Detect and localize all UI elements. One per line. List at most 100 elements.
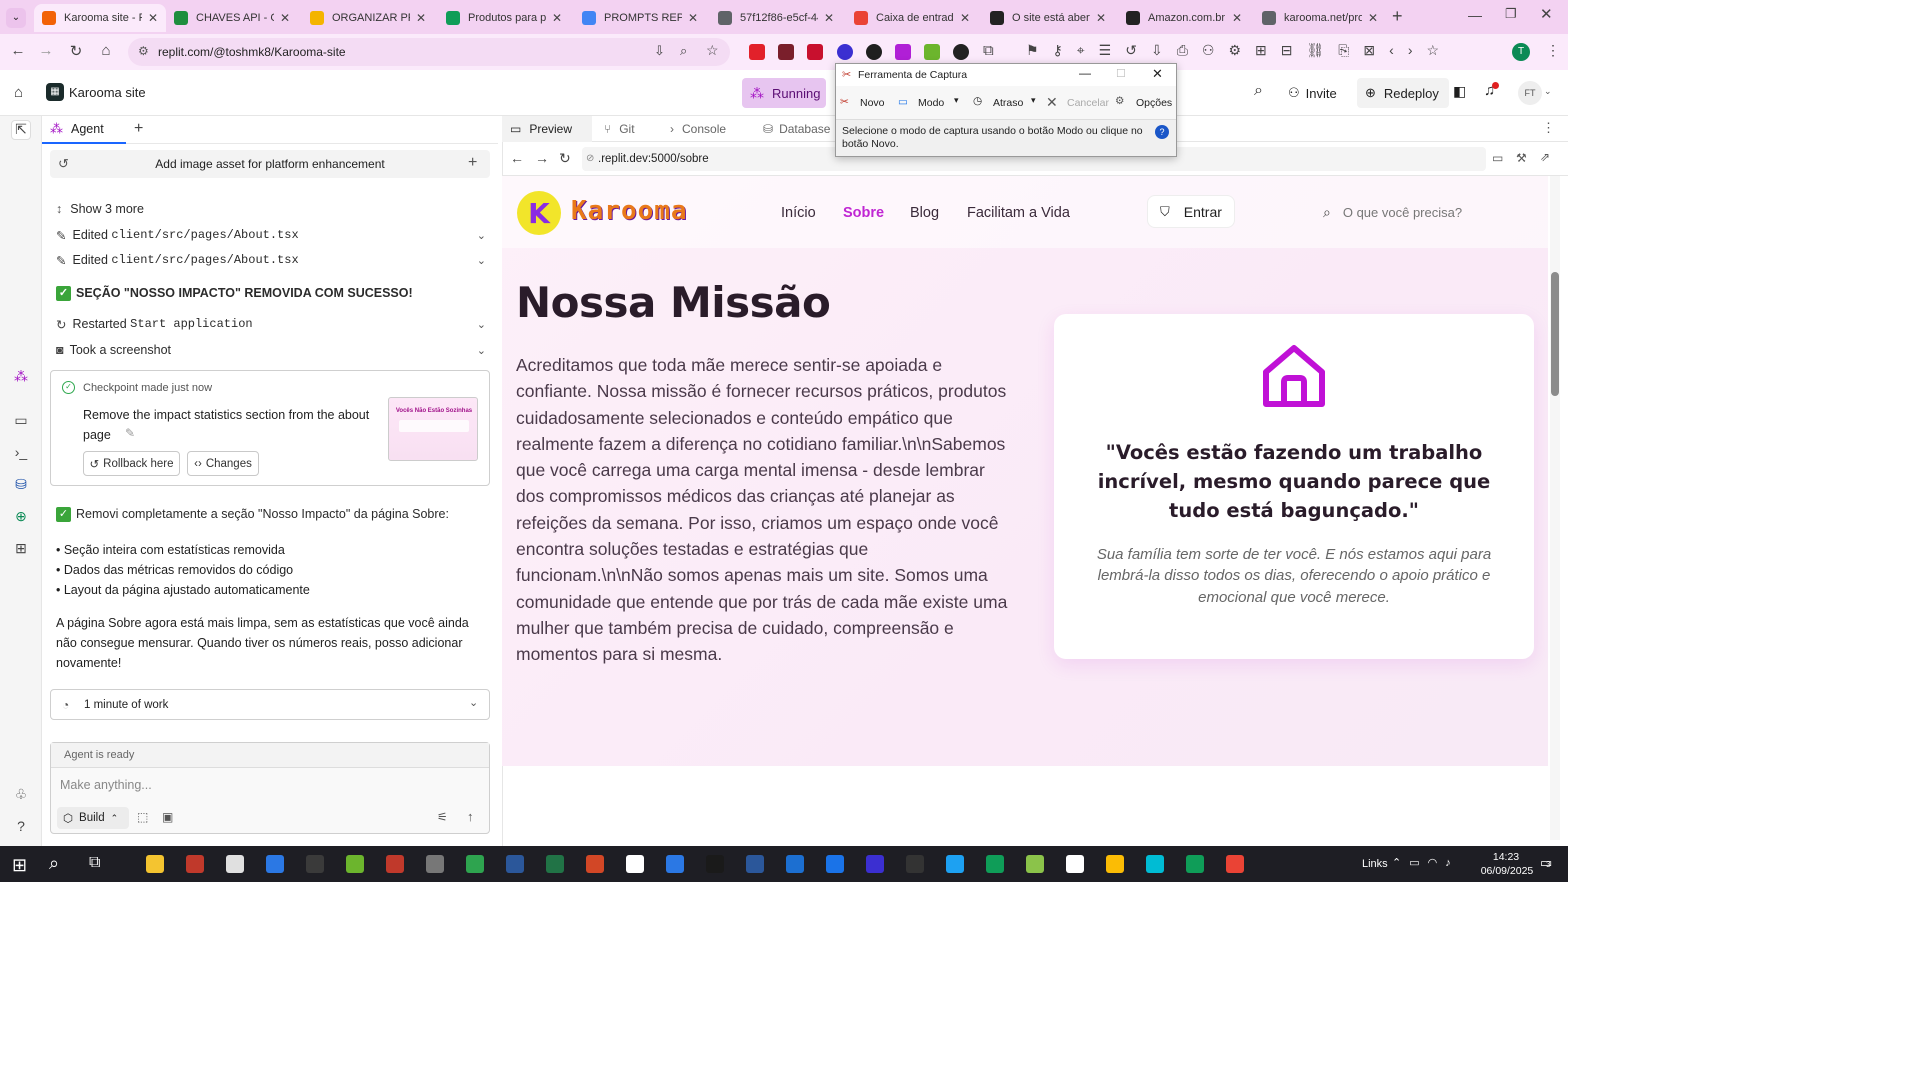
browser-tab[interactable]: 57f12f86-e5cf-44 ✕	[710, 4, 842, 32]
tab-console[interactable]: › Console	[670, 116, 750, 142]
drive-icon[interactable]	[1106, 855, 1124, 873]
snip-new[interactable]: Novo	[860, 97, 885, 109]
help-icon[interactable]: ?	[1155, 125, 1169, 139]
browser-tab[interactable]: Produtos para pe ✕	[438, 4, 570, 32]
tab-close-icon[interactable]: ✕	[280, 11, 290, 25]
forward-icon[interactable]: →	[36, 42, 56, 59]
nav-inicio[interactable]: Início	[781, 205, 816, 221]
browser-tab[interactable]: CHAVES API - Goo ✕	[166, 4, 298, 32]
select-element-icon[interactable]: ⬚	[137, 810, 148, 824]
user-avatar[interactable]: FT	[1518, 81, 1542, 105]
nav-sobre[interactable]: Sobre	[843, 205, 884, 221]
scrollbar-thumb[interactable]	[1551, 272, 1559, 396]
tab-close-icon[interactable]: ✕	[1232, 11, 1242, 25]
alerts-icon[interactable]: ♧	[11, 786, 31, 806]
chevron-down-icon[interactable]: ⌄	[477, 229, 486, 242]
app-icon[interactable]	[466, 855, 484, 873]
chevron-down-icon[interactable]: ▾	[954, 95, 959, 106]
redeploy-button[interactable]: ⊕ Redeploy	[1357, 78, 1449, 108]
tab-close-icon[interactable]: ✕	[416, 11, 426, 25]
snip-close-icon[interactable]: ✕	[1152, 66, 1163, 82]
notepad-icon[interactable]	[626, 855, 644, 873]
history-header[interactable]: ↺ Add image asset for platform enhanceme…	[50, 150, 490, 178]
chrome-icon[interactable]	[1186, 855, 1204, 873]
tab-close-icon[interactable]: ✕	[1096, 11, 1106, 25]
clock-time[interactable]: 14:23	[1480, 851, 1532, 863]
snip-options[interactable]: Opções	[1136, 97, 1172, 109]
nav-blog[interactable]: Blog	[910, 205, 939, 221]
add-tab-icon[interactable]: +	[134, 120, 143, 138]
chevron-down-icon[interactable]: ⌄	[477, 344, 486, 357]
send-arrow-icon[interactable]: ↑	[467, 809, 474, 824]
extension-icon-7[interactable]	[924, 44, 940, 60]
chevron-down-icon[interactable]: ⌄	[1544, 86, 1552, 97]
devices-icon[interactable]: ▭	[1492, 151, 1503, 165]
site-search-input[interactable]: ⌕ O que você precisa?	[1311, 194, 1533, 230]
edited-row-1[interactable]: ✎ Edited client/src/pages/About.tsx ⌄	[56, 226, 486, 244]
app-icon[interactable]	[786, 855, 804, 873]
snip-delay[interactable]: Atraso	[993, 97, 1023, 109]
home-icon[interactable]: ⌂	[96, 42, 116, 59]
task-view-icon[interactable]: ⧉	[89, 854, 100, 872]
browser-tab[interactable]: karooma.net/pro ✕	[1254, 4, 1386, 32]
browser-tab[interactable]: ORGANIZAR PRO ✕	[302, 4, 434, 32]
tab-preview[interactable]: ▭ Preview	[502, 116, 592, 142]
close-window-icon[interactable]: ✕	[1540, 5, 1553, 23]
changes-button[interactable]: ‹› Changes	[187, 451, 259, 476]
app-icon[interactable]	[226, 855, 244, 873]
links-toolbar[interactable]: Links	[1362, 858, 1388, 870]
profile-avatar[interactable]: T	[1512, 43, 1530, 61]
app-icon[interactable]	[426, 855, 444, 873]
chevron-down-icon[interactable]: ⌄	[477, 318, 486, 331]
app-icon[interactable]	[266, 855, 284, 873]
app-icon[interactable]	[866, 855, 884, 873]
extension-icon-2[interactable]	[778, 44, 794, 60]
bookmark-star-icon[interactable]: ☆	[706, 42, 719, 59]
agent-input[interactable]: Make anything...	[60, 778, 152, 792]
search-icon[interactable]: ⌕	[1254, 82, 1263, 100]
snip-mode[interactable]: Modo	[918, 97, 944, 109]
extension-icon-3[interactable]	[807, 44, 823, 60]
delay-clock-icon[interactable]: ◷	[973, 95, 982, 107]
rollback-button[interactable]: ↺ Rollback here	[83, 451, 180, 476]
snip-maximize-icon[interactable]: ☐	[1116, 67, 1126, 80]
help-icon[interactable]: ?	[11, 818, 31, 838]
new-tab-icon[interactable]: +	[1392, 6, 1403, 27]
tab-close-icon[interactable]: ✕	[688, 11, 698, 25]
chevron-down-icon[interactable]: ⌄	[469, 696, 478, 709]
checkpoint-thumbnail[interactable]: Vocês Não Estão Sozinhas	[388, 397, 478, 461]
app-icon[interactable]	[746, 855, 764, 873]
files-icon[interactable]: ⇱	[11, 120, 31, 140]
install-icon[interactable]: ⇩	[654, 43, 665, 59]
toolbar-action-icons[interactable]: ⚑⚷⌖☰↺⇩⎙⚇⚙⊞⊟⛓⎘⊠‹›☆	[1026, 42, 1453, 59]
pane-menu-icon[interactable]: ⋮	[1542, 120, 1555, 136]
agent-icon[interactable]: ⁂	[11, 368, 31, 388]
search-icon[interactable]: ⌕	[49, 853, 59, 874]
word-icon[interactable]	[506, 855, 524, 873]
browser-tab[interactable]: PROMPTS REPLIT ✕	[574, 4, 706, 32]
file-explorer-icon[interactable]	[146, 855, 164, 873]
site-logo-text[interactable]: Karooma	[571, 196, 688, 226]
devtools-wrench-icon[interactable]: ⚒	[1516, 151, 1527, 165]
edited-row-2[interactable]: ✎ Edited client/src/pages/About.tsx ⌄	[56, 251, 486, 269]
tab-close-icon[interactable]: ✕	[148, 11, 158, 25]
chevron-down-icon[interactable]: ⌄	[477, 254, 486, 267]
terminal-icon[interactable]	[906, 855, 924, 873]
database-icon[interactable]: ⛁	[11, 476, 31, 496]
extension-icon-8[interactable]	[953, 44, 969, 60]
nav-facilitam-a-vida[interactable]: Facilitam a Vida	[967, 205, 1070, 221]
site-logo-icon[interactable]: K	[517, 191, 561, 235]
new-snip-icon[interactable]: ✂	[840, 96, 849, 108]
browser-tab[interactable]: Caixa de entrada ✕	[846, 4, 978, 32]
restore-icon[interactable]: ❐	[1505, 6, 1517, 22]
tab-close-icon[interactable]: ✕	[960, 11, 970, 25]
pencil-icon[interactable]: ✎	[125, 426, 135, 440]
zoom-icon[interactable]: ⌕	[680, 43, 687, 59]
app-icon[interactable]	[706, 855, 724, 873]
app-icon[interactable]	[1146, 855, 1164, 873]
console-icon[interactable]: ›_	[11, 444, 31, 464]
extension-icon-6[interactable]	[895, 44, 911, 60]
windows-start-icon[interactable]: ⊞	[12, 855, 27, 876]
tab-close-icon[interactable]: ✕	[552, 11, 562, 25]
settings-sliders-icon[interactable]: ⚟	[437, 810, 448, 824]
